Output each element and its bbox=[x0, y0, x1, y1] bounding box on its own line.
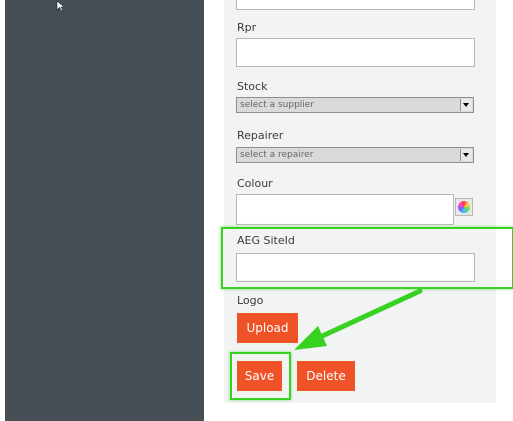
green-arrow-icon bbox=[294, 288, 423, 350]
